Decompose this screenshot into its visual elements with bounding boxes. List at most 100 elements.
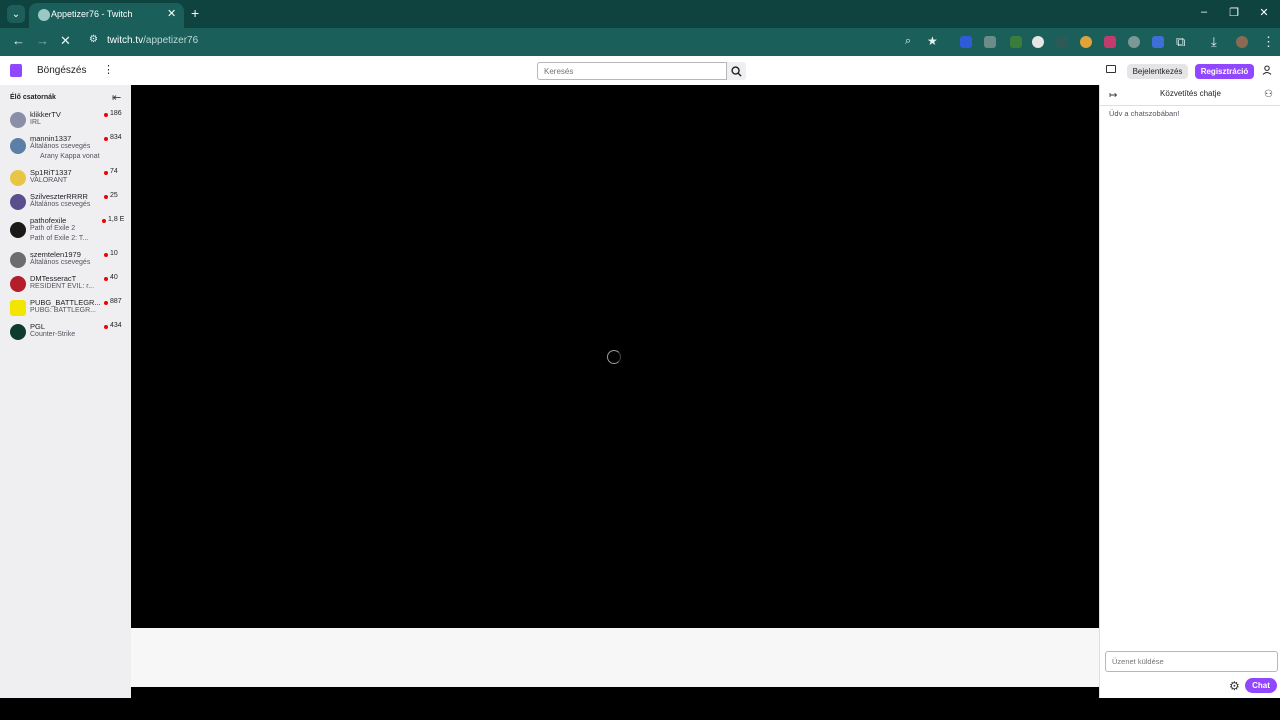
channel-avatar — [10, 194, 26, 210]
channel-name: szemtelen1979 — [30, 250, 81, 259]
live-dot-icon — [104, 325, 108, 329]
chat-message-input[interactable] — [1105, 651, 1278, 672]
minimize-window-button[interactable]: – — [1196, 6, 1212, 18]
new-tab-button[interactable]: + — [191, 5, 199, 21]
collapse-chat-icon[interactable]: ↦ — [1109, 90, 1117, 101]
channel-avatar — [10, 300, 26, 316]
browser-tab-active[interactable]: Appetizer76 - Twitch ✕ — [29, 3, 184, 28]
site-info-icon[interactable]: ⚙ — [89, 34, 98, 45]
channel-extra: Arany Kappa vonat — [40, 153, 100, 160]
viewer-count: 887 — [110, 298, 122, 305]
url-path: /appetizer76 — [143, 35, 199, 46]
viewer-count: 25 — [110, 192, 118, 199]
tab-search-menu-button[interactable]: ⌄ — [7, 5, 25, 23]
login-button[interactable]: Bejelentkezés — [1127, 64, 1188, 79]
live-dot-icon — [104, 195, 108, 199]
channel-name: SzilveszterRRRR — [30, 192, 88, 201]
prime-loot-icon[interactable] — [1106, 65, 1116, 73]
channel-avatar — [10, 170, 26, 186]
chevron-down-icon: ⌄ — [11, 8, 21, 20]
live-dot-icon — [104, 171, 108, 175]
screen-bottom-strip — [0, 698, 1280, 720]
forward-arrow-icon[interactable]: → — [36, 33, 49, 48]
viewer-count: 40 — [110, 274, 118, 281]
chat-settings-gear-icon[interactable]: ⚙ — [1229, 679, 1240, 693]
browser-menu-icon[interactable]: ⋮ — [1262, 34, 1275, 50]
channel-extra: Path of Exile 2: T... — [30, 235, 89, 242]
extension-icon[interactable] — [1010, 36, 1022, 48]
stop-loading-icon[interactable]: ✕ — [60, 33, 71, 49]
search-input[interactable] — [537, 62, 727, 80]
channel-name: klikkerTV — [30, 110, 61, 119]
video-player[interactable] — [131, 85, 1099, 628]
extension-icon[interactable] — [1080, 36, 1092, 48]
browser-toolbar: ← → ✕ ⚙ twitch.tv/appetizer76 ⌕ ★ ⧉ ⤓ ⋮ — [0, 28, 1280, 56]
close-window-button[interactable]: ✕ — [1256, 6, 1272, 19]
stream-chat-panel: Közvetítés chatje ↦ ⚇ Üdv a chatszobában… — [1099, 85, 1280, 698]
browser-tab-strip: ⌄ Appetizer76 - Twitch ✕ + – ❐ ✕ — [0, 0, 1280, 28]
register-button[interactable]: Regisztráció — [1195, 64, 1254, 79]
loading-spinner-icon — [607, 350, 621, 364]
live-dot-icon — [104, 137, 108, 141]
search-button[interactable] — [727, 62, 746, 80]
viewer-count: 1,8 E — [108, 216, 125, 223]
chat-send-button[interactable]: Chat — [1245, 678, 1277, 693]
channel-game: Általános csevegés — [30, 201, 91, 208]
live-dot-icon — [104, 113, 108, 117]
bookmark-star-icon[interactable]: ★ — [927, 34, 938, 48]
extensions-puzzle-icon[interactable]: ⧉ — [1176, 34, 1185, 50]
extension-icon[interactable] — [960, 36, 972, 48]
channel-name: DMTesseracT — [30, 274, 77, 283]
download-icon[interactable]: ⤓ — [1211, 34, 1217, 50]
viewer-count: 834 — [110, 134, 122, 141]
channel-avatar — [10, 252, 26, 268]
community-users-icon[interactable]: ⚇ — [1264, 89, 1273, 100]
user-menu-icon[interactable] — [1262, 65, 1272, 75]
channel-name: PUBG_BATTLEGR... — [30, 298, 101, 307]
back-arrow-icon[interactable]: ← — [12, 33, 25, 48]
page-bottom-strip — [131, 687, 1099, 698]
close-tab-icon[interactable]: ✕ — [167, 7, 176, 20]
extension-icon[interactable] — [1056, 36, 1068, 48]
channel-game: RESIDENT EVIL: r... — [30, 283, 95, 290]
channel-name: Sp1RiT1337 — [30, 168, 72, 177]
channel-game: Általános csevegés — [30, 143, 91, 150]
channel-avatar — [10, 276, 26, 292]
extension-icon[interactable] — [984, 36, 996, 48]
channel-game: VALORANT — [30, 177, 68, 184]
chat-welcome-message: Üdv a chatszobában! — [1109, 109, 1180, 118]
channel-name: PGL — [30, 322, 46, 331]
channel-avatar — [10, 138, 26, 154]
collapse-sidebar-icon[interactable]: ⇤ — [112, 91, 121, 104]
channel-game: Counter-Strike — [30, 331, 76, 338]
twitch-top-nav: Böngészés ⋮ Bejelentkezés Regisztráció — [0, 56, 1280, 85]
live-dot-icon — [102, 219, 106, 223]
twitch-logo-icon[interactable] — [10, 64, 22, 77]
loading-favicon-icon — [38, 9, 50, 21]
search-icon — [731, 65, 742, 77]
channel-name: pathofexile — [30, 216, 67, 225]
channel-avatar — [10, 112, 26, 128]
profile-avatar[interactable] — [1236, 36, 1248, 48]
more-options-icon[interactable]: ⋮ — [103, 63, 114, 76]
channel-name: mannin1337 — [30, 134, 72, 143]
viewer-count: 10 — [110, 250, 118, 257]
restore-window-button[interactable]: ❐ — [1226, 6, 1242, 19]
chat-title: Közvetítés chatje — [1160, 89, 1221, 98]
extension-icon[interactable] — [1032, 36, 1044, 48]
extension-icon[interactable] — [1104, 36, 1116, 48]
viewer-count: 186 — [110, 110, 122, 117]
extension-icon[interactable] — [1128, 36, 1140, 48]
channel-avatar — [10, 324, 26, 340]
address-bar[interactable]: twitch.tv/appetizer76 — [107, 35, 198, 46]
extension-icon[interactable] — [1152, 36, 1164, 48]
twitch-page: Böngészés ⋮ Bejelentkezés Regisztráció É… — [0, 56, 1280, 698]
live-channels-sidebar: Élő csatornák ⇤ klikkerTV IRL 186 mannin… — [0, 85, 131, 698]
viewer-count: 434 — [110, 322, 122, 329]
zoom-icon[interactable]: ⌕ — [905, 35, 911, 48]
browse-link[interactable]: Böngészés — [37, 65, 86, 76]
live-dot-icon — [104, 253, 108, 257]
channel-avatar — [10, 222, 26, 238]
live-dot-icon — [104, 301, 108, 305]
channel-game: PUBG: BATTLEGR... — [30, 307, 96, 314]
